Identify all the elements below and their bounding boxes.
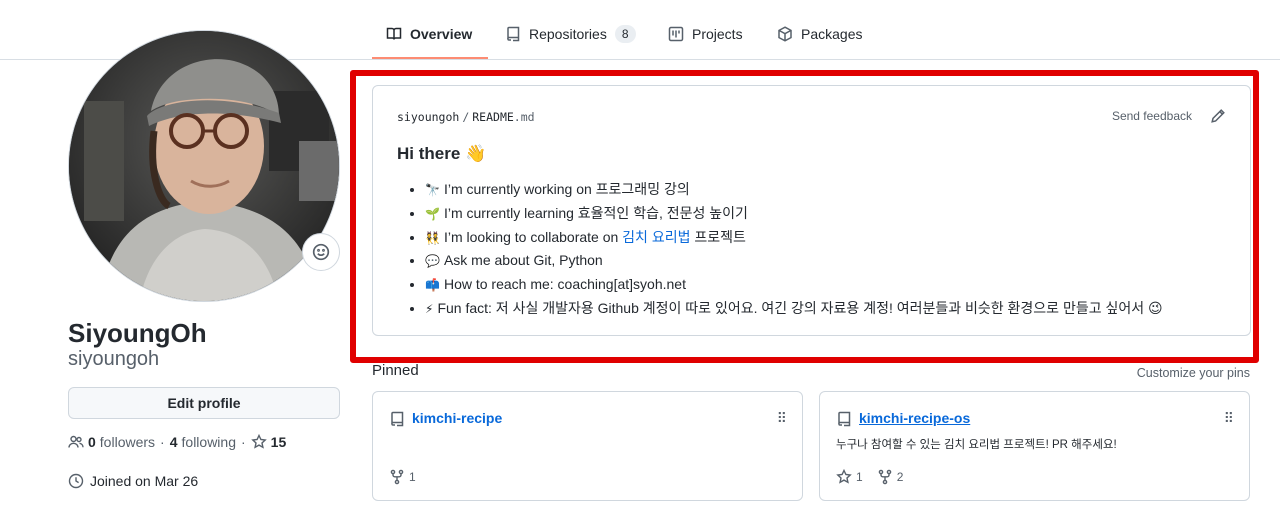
people-icon xyxy=(68,435,84,448)
pinned-card: kimchi-recipe ⠿ 1 xyxy=(372,391,803,501)
tab-label: Projects xyxy=(692,26,743,42)
pinned-card: kimchi-recipe-os ⠿ 누구나 참여할 수 있는 김치 요리법 프… xyxy=(819,391,1250,501)
clock-icon xyxy=(68,473,84,489)
set-status-button[interactable] xyxy=(302,233,340,271)
repo-icon xyxy=(391,411,404,427)
repo-meta: 1 xyxy=(389,469,430,485)
drag-handle-icon[interactable]: ⠿ xyxy=(777,410,787,427)
following-count: 4 xyxy=(169,434,178,450)
forks-link[interactable]: 1 xyxy=(389,469,416,485)
tab-label: Repositories xyxy=(529,26,607,42)
tab-overview[interactable]: Overview xyxy=(386,18,472,50)
stars-link[interactable]: 15 xyxy=(250,434,291,450)
fork-icon xyxy=(878,469,891,485)
tab-projects[interactable]: Projects xyxy=(668,18,743,50)
followers-link[interactable]: 0 followers xyxy=(68,434,155,450)
pinned-repo-link[interactable]: kimchi-recipe xyxy=(412,410,502,426)
active-tab-indicator xyxy=(372,57,488,59)
repo-description: 누구나 참여할 수 있는 김치 요리법 프로젝트! PR 해주세요! xyxy=(836,439,1117,451)
tab-repositories[interactable]: Repositories 8 xyxy=(505,18,636,50)
joined-text: Joined on Mar 26 xyxy=(90,473,199,489)
followers-count: 0 xyxy=(88,434,96,450)
project-icon xyxy=(668,26,684,42)
star-icon xyxy=(250,434,267,449)
followers-label: followers xyxy=(99,434,156,450)
profile-username: siyoungoh xyxy=(68,348,160,370)
joined-date: Joined on Mar 26 xyxy=(68,473,198,489)
repo-meta: 1 2 xyxy=(836,469,917,485)
book-icon xyxy=(386,27,402,40)
readme-highlight-box xyxy=(350,70,1259,363)
stars-count: 1 xyxy=(856,470,863,484)
repo-icon xyxy=(507,26,520,42)
forks-link[interactable]: 2 xyxy=(877,469,904,485)
smiley-icon xyxy=(312,243,330,261)
pinned-heading: Pinned xyxy=(372,362,419,379)
customize-pins-link[interactable]: Customize your pins xyxy=(1137,366,1250,380)
stars-count: 15 xyxy=(270,434,287,450)
avatar[interactable] xyxy=(68,30,340,302)
profile-full-name: SiyoungOh xyxy=(68,318,207,348)
star-icon xyxy=(836,469,852,484)
drag-handle-icon[interactable]: ⠿ xyxy=(1224,410,1234,427)
tab-label: Overview xyxy=(410,26,473,42)
edit-profile-button[interactable]: Edit profile xyxy=(68,387,340,419)
forks-count: 1 xyxy=(409,470,416,484)
repositories-count-badge: 8 xyxy=(614,25,636,43)
pinned-repo-link[interactable]: kimchi-recipe-os xyxy=(859,410,970,426)
package-icon xyxy=(778,26,792,42)
repo-icon xyxy=(838,411,851,427)
avatar-photo xyxy=(69,31,339,301)
following-label: following xyxy=(181,434,236,450)
tab-label: Packages xyxy=(801,26,863,42)
following-link[interactable]: 4 following xyxy=(170,434,236,450)
social-stats: 0 followers · 4 following · 15 xyxy=(68,434,290,450)
forks-count: 2 xyxy=(896,470,904,484)
tab-packages[interactable]: Packages xyxy=(777,18,862,50)
fork-icon xyxy=(390,469,404,485)
stars-link[interactable]: 1 xyxy=(836,469,863,485)
